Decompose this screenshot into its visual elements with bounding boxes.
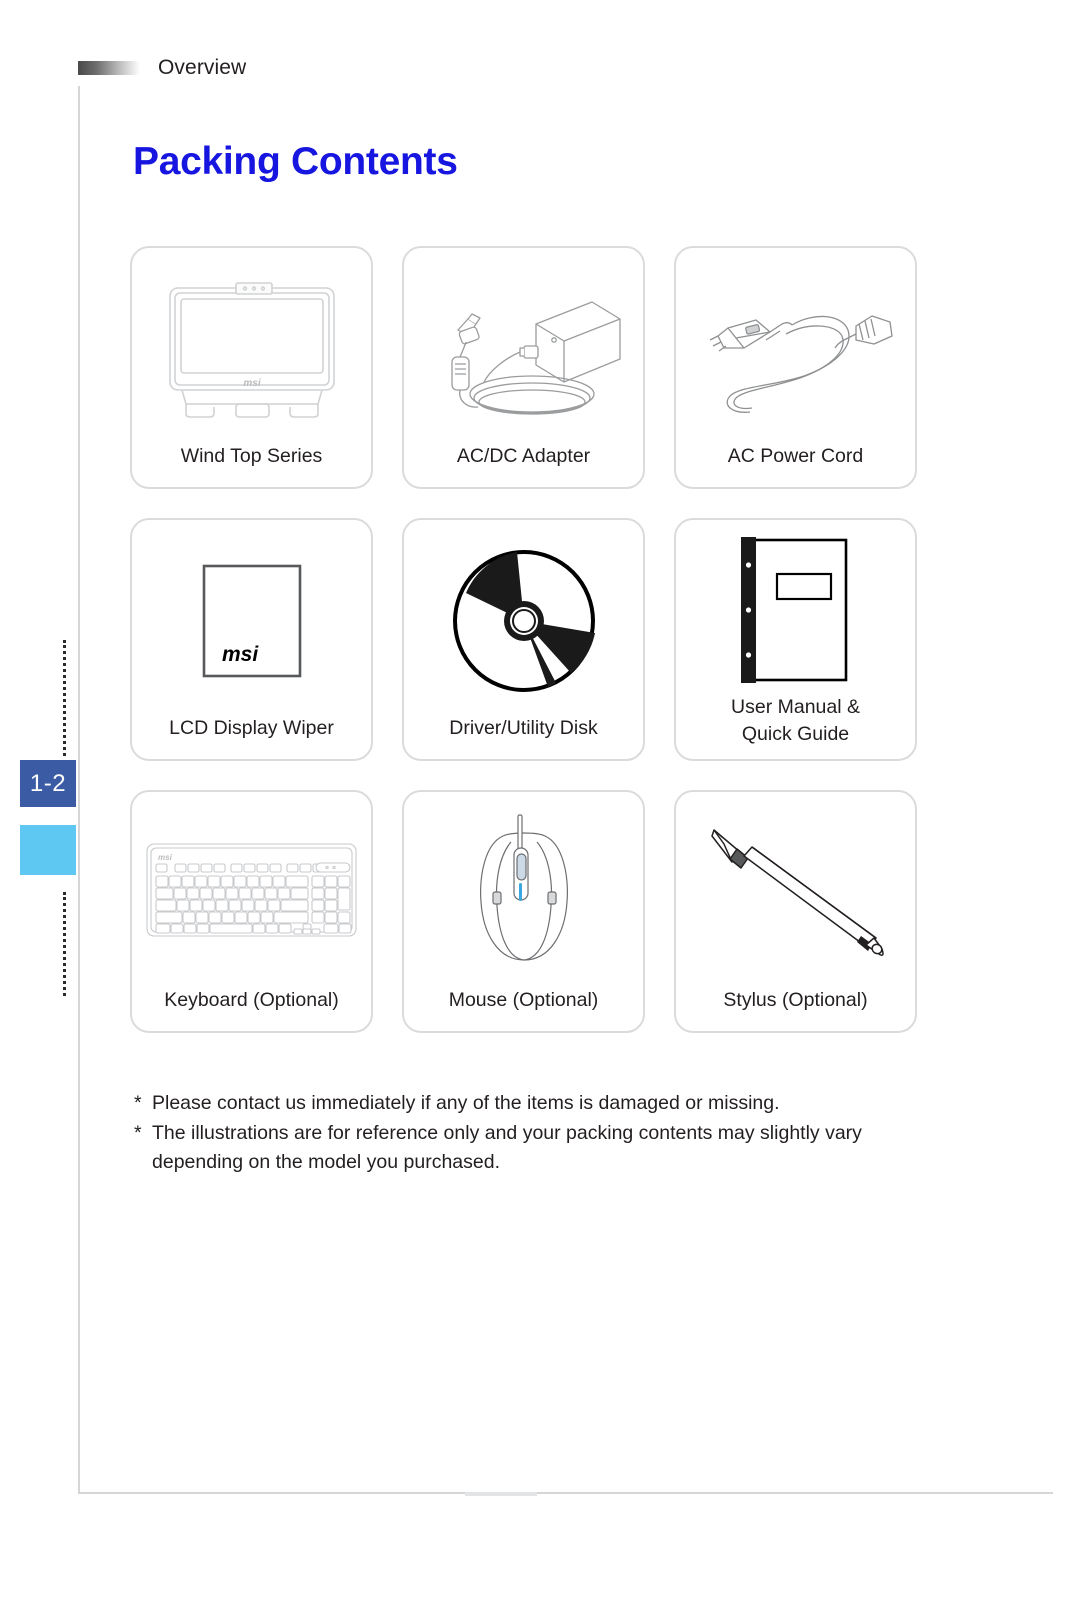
footnote-item: * The illustrations are for reference on… [134,1119,940,1149]
frame-bottom-accent [465,1492,537,1496]
stylus-icon [676,792,915,987]
footnotes: * Please contact us immediately if any o… [134,1089,940,1178]
footnote-text: The illustrations are for reference only… [152,1121,862,1144]
dotted-guide-top [63,640,66,756]
page-header: Overview [78,52,246,84]
item-label: Keyboard (Optional) [164,989,339,1012]
item-card-lcd-display-wiper: msi LCD Display Wiper [130,518,373,761]
item-card-wind-top-series: msi Wind Top Series [130,246,373,489]
item-card-user-manual: User Manual & Quick Guide [674,518,917,761]
footnote-text: Please contact us immediately if any of … [152,1092,780,1114]
item-card-mouse: Mouse (Optional) [402,790,645,1033]
page-number-tab: 1-2 [20,760,76,807]
footnote-marker: * [134,1092,142,1114]
footnote-continuation: depending on the model you purchased. [152,1151,501,1174]
item-label: Wind Top Series [180,445,323,468]
item-card-keyboard: msi Keyboard (Optional) [130,790,373,1033]
page-side-rail: 1-2 [20,640,76,996]
lcd-display-wiper-icon: msi [132,520,371,715]
item-label-line2: Quick Guide [741,723,850,746]
svg-text:msi: msi [243,378,260,389]
item-label-line1: User Manual & [731,695,860,718]
item-card-ac-dc-adapter: AC/DC Adapter [402,246,645,489]
item-card-ac-power-cord: AC Power Cord [674,246,917,489]
item-label: AC Power Cord [727,445,864,468]
footnote-item: * Please contact us immediately if any o… [134,1089,940,1119]
item-card-driver-utility-disk: Driver/Utility Disk [402,518,645,761]
page-title: Packing Contents [133,140,458,183]
ac-dc-adapter-icon [404,248,643,443]
ac-power-cord-icon [676,248,915,443]
header-gradient-bar [78,61,140,75]
item-card-stylus: Stylus (Optional) [674,790,917,1033]
all-in-one-pc-icon: msi [132,248,371,443]
item-label: Stylus (Optional) [723,989,868,1012]
mouse-icon [404,792,643,987]
item-label: Mouse (Optional) [448,989,599,1012]
keyboard-icon: msi [132,792,371,987]
packing-contents-grid: msi Wind Top Series AC/DC Adapter AC Pow… [130,246,940,1033]
main-content: Packing Contents msi Wind Top Series AC/… [130,140,940,1178]
item-label: Driver/Utility Disk [449,717,598,740]
item-label: AC/DC Adapter [456,445,591,468]
page-number-label: 1-2 [29,769,67,797]
dotted-guide-bottom [63,892,66,996]
optical-disc-icon [404,520,643,715]
section-label: Overview [158,56,247,79]
item-label: User Manual & Quick Guide [725,694,866,759]
item-label: LCD Display Wiper [169,717,334,740]
footnote-marker: * [134,1121,142,1144]
svg-text:msi: msi [158,853,173,862]
chapter-color-tab [20,825,76,875]
user-manual-icon [676,520,915,694]
svg-text:msi: msi [222,643,259,666]
